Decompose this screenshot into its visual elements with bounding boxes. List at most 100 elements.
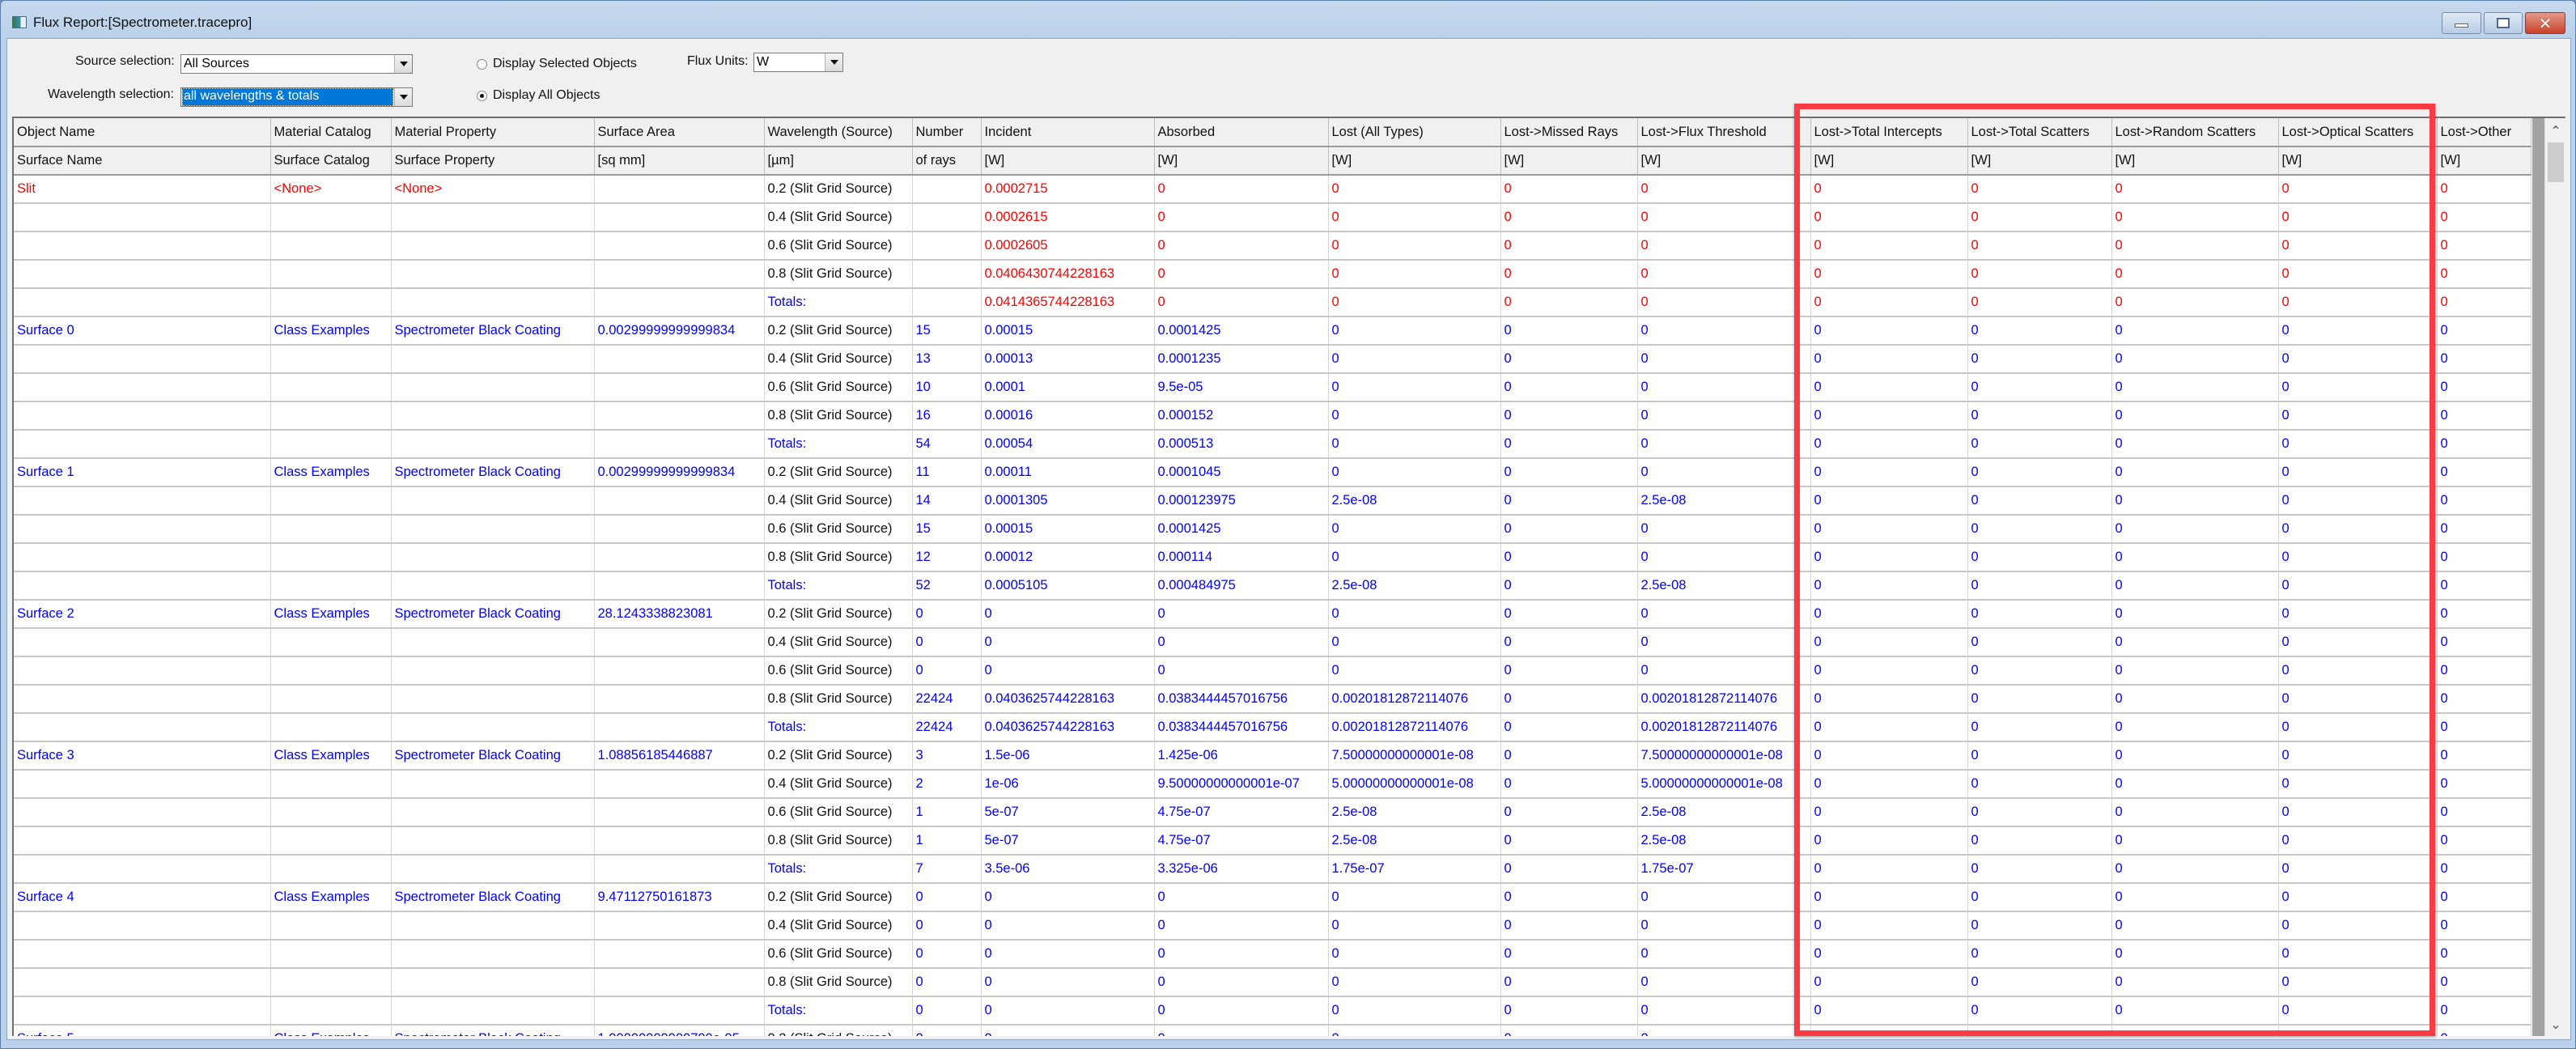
wavelength-cell: 0.4 (Slit Grid Source) [764, 486, 913, 516]
table-row[interactable]: 0.6 (Slit Grid Source) 15 0.00015 0.0001425… [14, 515, 2531, 544]
display-selected-objects-radio[interactable]: Display Selected Objects [477, 57, 637, 71]
table-row[interactable]: 0.4 (Slit Grid Source) 0 0 0 0 0 0 0 0 0 0 0 [14, 628, 2531, 657]
column-header-number[interactable]: of rays [912, 147, 982, 176]
table-row[interactable]: Surface 5Class ExamplesSpectrometer Blac… [14, 1025, 2531, 1036]
title-bar[interactable]: Flux Report:[Spectrometer.tracepro] ✕ [1, 1, 2575, 38]
chevron-down-icon[interactable] [825, 53, 842, 71]
table-row[interactable]: 0.4 (Slit Grid Source) 14 0.0001305 0.00012… [14, 486, 2531, 516]
table-row[interactable]: 0.8 (Slit Grid Source) 0.0406430744228163… [14, 260, 2531, 289]
column-header-lost-flux-threshold[interactable]: Lost->Flux Threshold [1637, 118, 1811, 147]
table-row[interactable]: 0.8 (Slit Grid Source) 0 0 0 0 0 0 0 0 0 0 0 [14, 968, 2531, 997]
flux-units-dropdown[interactable]: W [753, 53, 843, 72]
table-row[interactable]: 0.4 (Slit Grid Source) 0.0002615 0 0 0 0 0 0 0 0 0 [14, 203, 2531, 232]
scroll-down-icon[interactable]: ⌄ [2545, 1012, 2565, 1036]
column-header-absorbed[interactable]: Absorbed [1154, 118, 1329, 147]
table-row[interactable]: Surface 1 Class Examples Spectrometer Blac… [14, 458, 2531, 487]
chevron-down-icon[interactable] [394, 88, 412, 106]
table-row[interactable]: Surface 0 Class Examples Spectrometer Blac… [14, 316, 2531, 346]
column-header-lost-missed-rays[interactable]: Lost->Missed Rays [1500, 118, 1638, 147]
column-header-lost-total-scatters[interactable]: [W] [1967, 147, 2112, 176]
table-row[interactable]: Totals: 7 3.5e-06 3.325e-06 1.75e-07 0 1.75e-0… [14, 855, 2531, 884]
column-header-lost-total-scatters[interactable]: Lost->Total Scatters [1967, 118, 2112, 147]
column-header-lost-other[interactable]: [W] [2437, 147, 2531, 176]
column-header-number[interactable]: Number [912, 118, 982, 147]
column-header-wavelength-source[interactable]: [µm] [764, 147, 913, 176]
catalog-cell: Class Examples [270, 883, 392, 912]
table-row[interactable]: 0.6 (Slit Grid Source) 0 0 0 0 0 0 0 0 0 0 0 [14, 940, 2531, 969]
surface-area-cell [594, 543, 765, 572]
radio-unchecked-icon[interactable] [477, 58, 487, 70]
table-row[interactable]: 0.8 (Slit Grid Source) 12 0.00012 0.000114 0… [14, 543, 2531, 572]
table-row[interactable]: 0.6 (Slit Grid Source) 10 0.0001 9.5e-05 0 0 0… [14, 373, 2531, 402]
table-row[interactable]: Totals: 0 0 0 0 0 0 0 0 0 0 0 [14, 996, 2531, 1026]
value-cell: 0.00011 [981, 458, 1155, 487]
column-header-lost-random-scatters[interactable]: [W] [2111, 147, 2279, 176]
column-header-wavelength-source[interactable]: Wavelength (Source) [764, 118, 913, 147]
table-row[interactable]: 0.4 (Slit Grid Source) 0 0 0 0 0 0 0 0 0 0 0 [14, 911, 2531, 941]
column-header-object-name[interactable]: Surface Name [14, 147, 271, 176]
value-cell: 0.0383444457016756 [1154, 685, 1329, 714]
column-header-lost-flux-threshold[interactable]: [W] [1637, 147, 1811, 176]
value-cell: 0.000152 [1154, 401, 1329, 431]
table-row[interactable]: 0.8 (Slit Grid Source) 22424 0.04036257442… [14, 685, 2531, 714]
radio-checked-icon[interactable] [477, 90, 487, 101]
column-header-lost-missed-rays[interactable]: [W] [1500, 147, 1638, 176]
table-row[interactable]: Surface 4 Class Examples Spectrometer Blac… [14, 883, 2531, 912]
table-row[interactable]: Totals: 0.0414365744228163 0 0 0 0 0 0 0 0 0 [14, 288, 2531, 317]
chevron-down-icon[interactable] [394, 55, 412, 73]
column-header-lost-other[interactable]: Lost->Other [2437, 118, 2531, 147]
column-header-material-property[interactable]: Material Property [391, 118, 595, 147]
column-header-material-catalog[interactable]: Surface Catalog [270, 147, 392, 176]
column-header-incident[interactable]: Incident [981, 118, 1155, 147]
catalog-cell [270, 911, 392, 941]
value-cell: 0 [2111, 345, 2279, 374]
value-cell: 0 [912, 628, 982, 657]
close-button[interactable]: ✕ [2525, 12, 2565, 34]
column-header-lost-optical-scatters[interactable]: Lost->Optical Scatters [2278, 118, 2438, 147]
value-cell: 0 [1637, 940, 1811, 969]
property-cell [391, 628, 595, 657]
table-row[interactable]: Surface 2 Class Examples Spectrometer Blac… [14, 600, 2531, 629]
table-row[interactable]: 0.6 (Slit Grid Source) 0 0 0 0 0 0 0 0 0 0 0 [14, 656, 2531, 686]
column-header-lost-optical-scatters[interactable]: [W] [2278, 147, 2438, 176]
column-header-surface-area[interactable]: [sq mm] [594, 147, 765, 176]
column-header-lost-random-scatters[interactable]: Lost->Random Scatters [2111, 118, 2279, 147]
table-row[interactable]: 0.6 (Slit Grid Source) 0.0002605 0 0 0 0 0 0 0 0 0 [14, 231, 2531, 261]
maximize-button[interactable] [2484, 12, 2523, 34]
scroll-up-icon[interactable]: ⌃ [2545, 118, 2565, 142]
display-all-objects-radio[interactable]: Display All Objects [477, 88, 601, 103]
value-cell: 0 [1328, 203, 1501, 232]
scroll-thumb[interactable] [2548, 142, 2564, 182]
table-row[interactable]: Totals: 52 0.0005105 0.000484975 2.5e-08 0 2.5… [14, 571, 2531, 601]
table-row[interactable]: 0.8 (Slit Grid Source) 16 0.00016 0.000152 0… [14, 401, 2531, 431]
column-header-material-catalog[interactable]: Material Catalog [270, 118, 392, 147]
column-header-incident[interactable]: [W] [981, 147, 1155, 176]
source-selection-dropdown[interactable]: All Sources [180, 54, 413, 74]
column-header-material-property[interactable]: Surface Property [391, 147, 595, 176]
wavelength-selection-dropdown[interactable]: all wavelengths & totals [180, 87, 413, 107]
property-cell [391, 770, 595, 799]
column-header-lost-all-types[interactable]: [W] [1328, 147, 1501, 176]
vertical-scrollbar[interactable]: ⌃ ⌄ [2544, 118, 2565, 1036]
table-row[interactable]: 0.4 (Slit Grid Source) 13 0.00013 0.0001235… [14, 345, 2531, 374]
column-header-lost-all-types[interactable]: Lost (All Types) [1328, 118, 1501, 147]
column-header-object-name[interactable]: Object Name [14, 118, 271, 147]
column-header-lost-total-intercepts[interactable]: [W] [1810, 147, 1968, 176]
source-selection-label: Source selection: [75, 54, 175, 68]
wavelength-cell: 0.2 (Slit Grid Source) [764, 741, 913, 771]
table-row[interactable]: Totals: 54 0.00054 0.000513 0 0 0 0 0 0 0 0 [14, 430, 2531, 459]
table-row[interactable]: Slit <None> <None> 0.2 (Slit Grid Source) 0.… [14, 175, 2531, 204]
table-row[interactable]: Surface 3 Class Examples Spectrometer Blac… [14, 741, 2531, 771]
value-cell: 0 [912, 883, 982, 912]
value-cell: 0 [1154, 968, 1329, 997]
table-row[interactable]: 0.8 (Slit Grid Source) 1 5e-07 4.75e-07 2.5e… [14, 826, 2531, 856]
minimize-button[interactable] [2442, 12, 2481, 34]
table-row[interactable]: 0.6 (Slit Grid Source) 1 5e-07 4.75e-07 2.5e… [14, 798, 2531, 827]
table-row[interactable]: 0.4 (Slit Grid Source) 2 1e-06 9.5000000000… [14, 770, 2531, 799]
column-header-absorbed[interactable]: [W] [1154, 147, 1329, 176]
value-cell [912, 288, 982, 317]
flux-report-grid[interactable]: Object Name Material Catalog Material Prop… [12, 117, 2565, 1036]
column-header-surface-area[interactable]: Surface Area [594, 118, 765, 147]
column-header-lost-total-intercepts[interactable]: Lost->Total Intercepts [1810, 118, 1968, 147]
table-row[interactable]: Totals: 22424 0.0403625744228163 0.03834444… [14, 713, 2531, 742]
